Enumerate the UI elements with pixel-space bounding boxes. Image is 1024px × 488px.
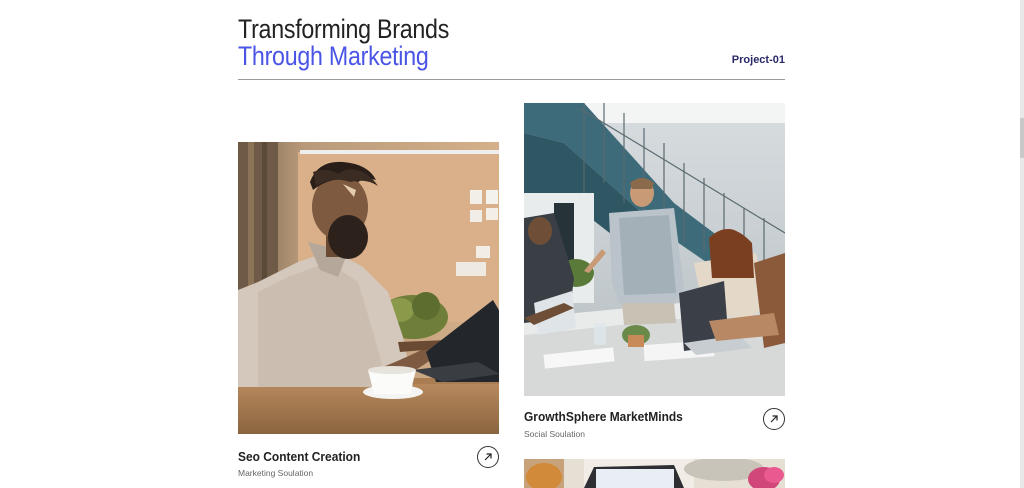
card-title[interactable]: GrowthSphere MarketMinds xyxy=(524,409,683,424)
man-working-on-laptop-photo xyxy=(238,142,499,434)
card-title[interactable]: Seo Content Creation xyxy=(238,449,360,464)
team-meeting-office-photo xyxy=(524,103,785,396)
project-image-man-laptop[interactable] xyxy=(238,142,499,434)
card-subtitle: Marketing Soulation xyxy=(238,468,314,478)
arrow-up-right-icon xyxy=(484,453,492,461)
project-label: Project-01 xyxy=(731,54,785,66)
scrollbar-thumb[interactable] xyxy=(1020,118,1024,158)
card-open-button[interactable] xyxy=(477,446,499,468)
card-open-button[interactable] xyxy=(763,408,785,430)
office-laptop-plant-photo xyxy=(524,459,785,488)
heading-line-1: Transforming Brands xyxy=(238,14,450,44)
page-scrollbar[interactable] xyxy=(1020,0,1024,488)
project-card-third[interactable] xyxy=(524,459,785,488)
project-card-seo[interactable]: Seo Content Creation Marketing Soulation xyxy=(238,142,499,482)
arrow-up-right-icon xyxy=(770,415,778,423)
section-header: Transforming Brands Through Marketing Pr… xyxy=(238,14,785,80)
heading-line-2: Through Marketing xyxy=(238,41,429,71)
project-image-team-meeting[interactable] xyxy=(524,103,785,396)
project-card-growthsphere[interactable]: GrowthSphere MarketMinds Social Soulatio… xyxy=(524,103,785,443)
project-image-office-laptop[interactable] xyxy=(524,459,785,488)
card-subtitle: Social Soulation xyxy=(524,429,585,439)
